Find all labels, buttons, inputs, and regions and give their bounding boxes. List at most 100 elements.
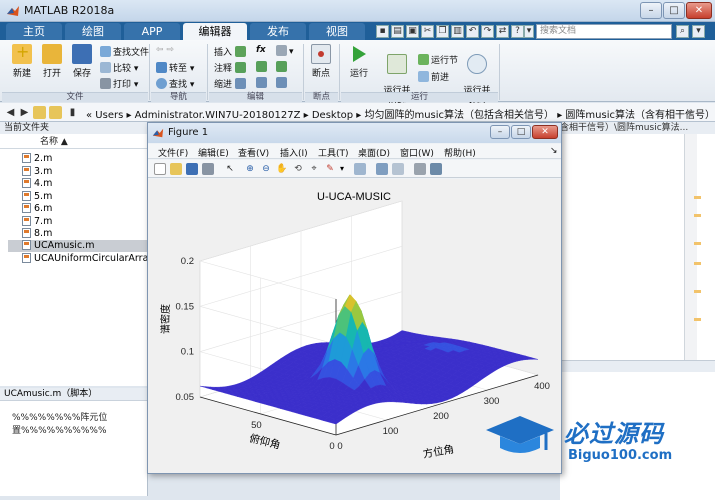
new-figure-icon[interactable] (154, 163, 166, 175)
figure-maximize-button[interactable]: □ (511, 125, 531, 139)
figure-close-button[interactable]: ✕ (532, 125, 558, 139)
path-search-icon[interactable]: ⌕ (683, 106, 696, 119)
file-item[interactable]: 2.m (22, 153, 148, 165)
file-item[interactable]: 8.m (22, 228, 148, 240)
insert-colorbar-icon[interactable] (376, 163, 388, 175)
file-item-selected[interactable]: UCAmusic.m (8, 240, 148, 252)
find-button[interactable]: 查找 ▾ (156, 77, 194, 90)
advance-button[interactable]: 前进 (418, 70, 449, 83)
undo-quick-icon[interactable]: ↶ (466, 25, 479, 38)
goto-button[interactable]: 转至 ▾ (156, 61, 194, 74)
editor-ribbon: + 新建 打开 保存 查找文件 比较 ▾ 打印 ▾ 文件 ⇦ ⇨ 转至 ▾ 查找… (0, 40, 715, 106)
file-item[interactable]: 5.m (22, 191, 148, 203)
file-item[interactable]: 6.m (22, 203, 148, 215)
insert-function-dropdown-icon[interactable]: ▾ (276, 45, 294, 57)
switch-windows-icon[interactable]: ⇄ (496, 25, 509, 38)
search-documentation-input[interactable]: 搜索文档 (536, 24, 672, 39)
pan-hand-icon[interactable]: ✋ (276, 163, 288, 175)
file-item[interactable]: 4.m (22, 178, 148, 190)
editor-scrollbar[interactable] (684, 134, 697, 360)
parent-folder-icon[interactable] (33, 106, 46, 119)
save-button[interactable]: 保存 (66, 44, 98, 79)
menu-edit[interactable]: 编辑(E) (198, 146, 229, 159)
data-cursor-icon[interactable]: ⌖ (308, 163, 320, 175)
zoom-out-icon[interactable]: ⊖ (260, 163, 272, 175)
decrease-indent-icon[interactable] (276, 77, 289, 89)
forward-icon[interactable]: ▶ (18, 106, 31, 119)
m-file-icon (22, 203, 31, 213)
link-plot-icon[interactable] (354, 163, 366, 175)
file-item[interactable]: UCAUniformCircularArrayMUSIC.m (22, 253, 148, 265)
browse-folder-icon[interactable] (49, 106, 62, 119)
close-button[interactable]: ✕ (686, 2, 712, 19)
back-forward-icons[interactable]: ⇦ ⇨ (156, 45, 174, 55)
save-quick-icon[interactable]: ▪ (376, 25, 389, 38)
rotate-3d-icon[interactable]: ⟲ (292, 163, 304, 175)
show-plot-tools-icon[interactable] (430, 163, 442, 175)
name-column-header[interactable]: 名称 ▲ (0, 136, 148, 149)
select-arrow-icon[interactable]: ↖ (224, 163, 236, 175)
search-icon[interactable]: ⌕ (676, 25, 689, 38)
breakpoints-button[interactable]: 断点 (306, 44, 336, 79)
expand-ribbon-icon[interactable]: ▾ (692, 25, 705, 38)
increase-indent-icon[interactable] (256, 77, 269, 89)
hide-plot-tools-icon[interactable] (414, 163, 426, 175)
menu-dock-icon[interactable]: ↘ (550, 146, 558, 156)
find-files-button[interactable]: 查找文件 (100, 45, 149, 58)
figure-title: Figure 1 (168, 127, 209, 138)
m-file-icon (22, 178, 31, 188)
brush-icon[interactable]: ✎ (324, 163, 336, 175)
minimize-button[interactable]: – (640, 2, 662, 19)
menu-view[interactable]: 查看(V) (238, 146, 269, 159)
file-item[interactable]: 7.m (22, 216, 148, 228)
insert-legend-icon[interactable] (392, 163, 404, 175)
current-folder-path[interactable]: « Users ▸ Administrator.WIN7U-20180127Z … (86, 106, 715, 121)
new-button[interactable]: + 新建 (6, 42, 38, 79)
menu-window[interactable]: 窗口(W) (400, 146, 434, 159)
z-tick-label: 0.15 (176, 301, 195, 312)
open-quick-icon[interactable]: ▤ (391, 25, 404, 38)
run-section-button[interactable]: 运行节 (418, 53, 458, 66)
copy-quick-icon[interactable]: ❐ (436, 25, 449, 38)
tab-apps[interactable]: APP (124, 23, 180, 40)
window-title: MATLAB R2018a (24, 4, 115, 17)
save-all-quick-icon[interactable]: ▣ (406, 25, 419, 38)
figure-title-bar: Figure 1 – □ ✕ (148, 123, 561, 143)
run-button[interactable]: 运行 (344, 44, 374, 79)
paste-quick-icon[interactable]: ▥ (451, 25, 464, 38)
figure-minimize-button[interactable]: – (490, 125, 510, 139)
brush-dropdown-icon[interactable]: ▾ (336, 163, 348, 175)
fx-button[interactable]: fx (256, 45, 266, 55)
menu-file[interactable]: 文件(F) (158, 146, 188, 159)
open-button[interactable]: 打开 (36, 44, 68, 79)
ribbon-separator (303, 44, 304, 100)
open-file-icon[interactable] (170, 163, 182, 175)
cut-quick-icon[interactable]: ✂ (421, 25, 434, 38)
redo-quick-icon[interactable]: ↷ (481, 25, 494, 38)
comment-button[interactable]: 注释 (214, 61, 248, 74)
uncomment-icon[interactable] (256, 61, 269, 73)
print-figure-icon[interactable] (202, 163, 214, 175)
print-button[interactable]: 打印 ▾ (100, 77, 138, 90)
tab-editor[interactable]: 编辑器 (183, 23, 247, 40)
menu-desktop[interactable]: 桌面(D) (358, 146, 390, 159)
tab-home[interactable]: 主页 (6, 23, 62, 40)
menu-tools[interactable]: 工具(T) (318, 146, 349, 159)
menu-help[interactable]: 帮助(H) (444, 146, 476, 159)
menu-insert[interactable]: 插入(I) (280, 146, 308, 159)
compare-icon (100, 62, 111, 73)
wrap-comment-icon[interactable] (276, 61, 289, 73)
tab-view[interactable]: 视图 (309, 23, 365, 40)
file-item[interactable]: 3.m (22, 166, 148, 178)
back-icon[interactable]: ◀ (4, 106, 17, 119)
maximize-button[interactable]: □ (663, 2, 685, 19)
quick-access-dropdown-icon[interactable]: ▾ (524, 25, 534, 38)
insert-button[interactable]: 插入 (214, 45, 248, 58)
tab-plots[interactable]: 绘图 (65, 23, 121, 40)
compare-button[interactable]: 比较 ▾ (100, 61, 138, 74)
zoom-in-icon[interactable]: ⊕ (244, 163, 256, 175)
help-quick-icon[interactable]: ? (511, 25, 524, 38)
save-figure-icon[interactable] (186, 163, 198, 175)
indent-button[interactable]: 缩进 (214, 77, 248, 90)
tab-publish[interactable]: 发布 (250, 23, 306, 40)
